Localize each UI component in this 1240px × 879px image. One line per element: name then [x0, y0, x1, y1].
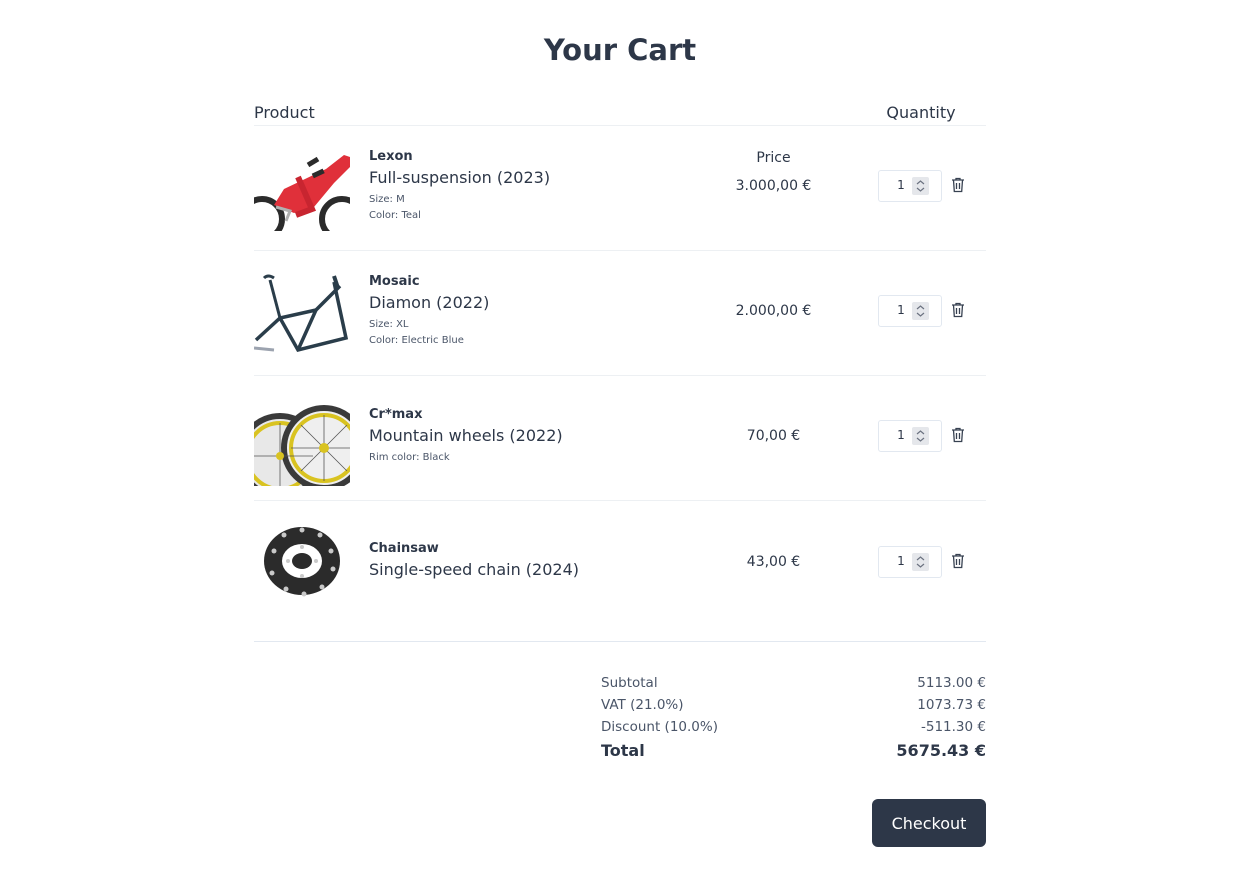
subtotal-value: 5113.00 €: [917, 675, 986, 691]
spinner-arrows-icon[interactable]: [912, 177, 929, 195]
cart-item-row: Cr*max Mountain wheels (2022) Rim color:…: [254, 376, 986, 501]
discount-row: Discount (10.0%) -511.30 €: [601, 717, 986, 739]
full-suspension-bike-icon: [254, 155, 350, 231]
cart-item-row: Lexon Full-suspension (2023) Size: M Col…: [254, 126, 986, 251]
quantity-value[interactable]: 1: [893, 428, 909, 442]
header-quantity: Quantity: [886, 103, 956, 122]
item-price: 2.000,00 €: [735, 303, 812, 319]
header-product: Product: [254, 103, 315, 122]
item-price: 3.000,00 €: [735, 178, 812, 194]
table-header: Product Price Quantity: [254, 98, 986, 166]
trash-icon[interactable]: [951, 302, 965, 318]
trash-icon[interactable]: [951, 427, 965, 443]
total-label: Total: [601, 741, 645, 760]
wheels-icon: [254, 405, 350, 486]
quantity-value[interactable]: 1: [893, 303, 909, 317]
trash-icon[interactable]: [951, 177, 965, 193]
item-attribute-color: Color: Teal: [369, 210, 421, 221]
item-brand: Lexon: [369, 149, 413, 164]
cart-item-row: Chainsaw Single-speed chain (2024) 43,00…: [254, 501, 986, 642]
quantity-stepper[interactable]: 1: [878, 546, 942, 578]
trash-icon[interactable]: [951, 553, 965, 569]
item-attribute-size: Size: XL: [369, 319, 409, 330]
item-brand: Cr*max: [369, 407, 423, 422]
discount-label: Discount (10.0%): [601, 719, 718, 735]
quantity-stepper[interactable]: 1: [878, 295, 942, 327]
item-name: Mountain wheels (2022): [369, 426, 563, 445]
vat-row: VAT (21.0%) 1073.73 €: [601, 695, 986, 717]
total-row: Total 5675.43 €: [601, 739, 986, 765]
bike-frame-icon: [254, 274, 349, 353]
spinner-arrows-icon[interactable]: [912, 302, 929, 320]
checkout-button[interactable]: Checkout: [872, 799, 986, 847]
item-brand: Chainsaw: [369, 541, 439, 556]
item-name: Diamon (2022): [369, 293, 490, 312]
item-price: 70,00 €: [746, 428, 801, 444]
item-attribute-color: Color: Electric Blue: [369, 335, 464, 346]
quantity-stepper[interactable]: 1: [878, 170, 942, 202]
item-name: Full-suspension (2023): [369, 168, 551, 187]
item-attribute-rim-color: Rim color: Black: [369, 452, 450, 463]
total-value: 5675.43 €: [896, 741, 986, 760]
spinner-arrows-icon[interactable]: [912, 427, 929, 445]
vat-label: VAT (21.0%): [601, 697, 684, 713]
spinner-arrows-icon[interactable]: [912, 553, 929, 571]
quantity-value[interactable]: 1: [893, 178, 909, 192]
item-brand: Mosaic: [369, 274, 420, 289]
subtotal-row: Subtotal 5113.00 €: [601, 673, 986, 695]
cart-table: Product Price Quantity Lexon Full-suspen…: [254, 98, 986, 642]
order-summary: Subtotal 5113.00 € VAT (21.0%) 1073.73 €…: [601, 673, 986, 765]
subtotal-label: Subtotal: [601, 675, 658, 691]
item-name: Single-speed chain (2024): [369, 560, 579, 579]
cart-item-row: Mosaic Diamon (2022) Size: XL Color: Ele…: [254, 251, 986, 376]
page-title: Your Cart: [543, 33, 697, 67]
chain-icon: [264, 527, 340, 597]
vat-value: 1073.73 €: [917, 697, 986, 713]
quantity-value[interactable]: 1: [893, 554, 909, 568]
item-price: 43,00 €: [746, 554, 801, 570]
discount-value: -511.30 €: [921, 719, 986, 735]
quantity-stepper[interactable]: 1: [878, 420, 942, 452]
item-attribute-size: Size: M: [369, 194, 405, 205]
